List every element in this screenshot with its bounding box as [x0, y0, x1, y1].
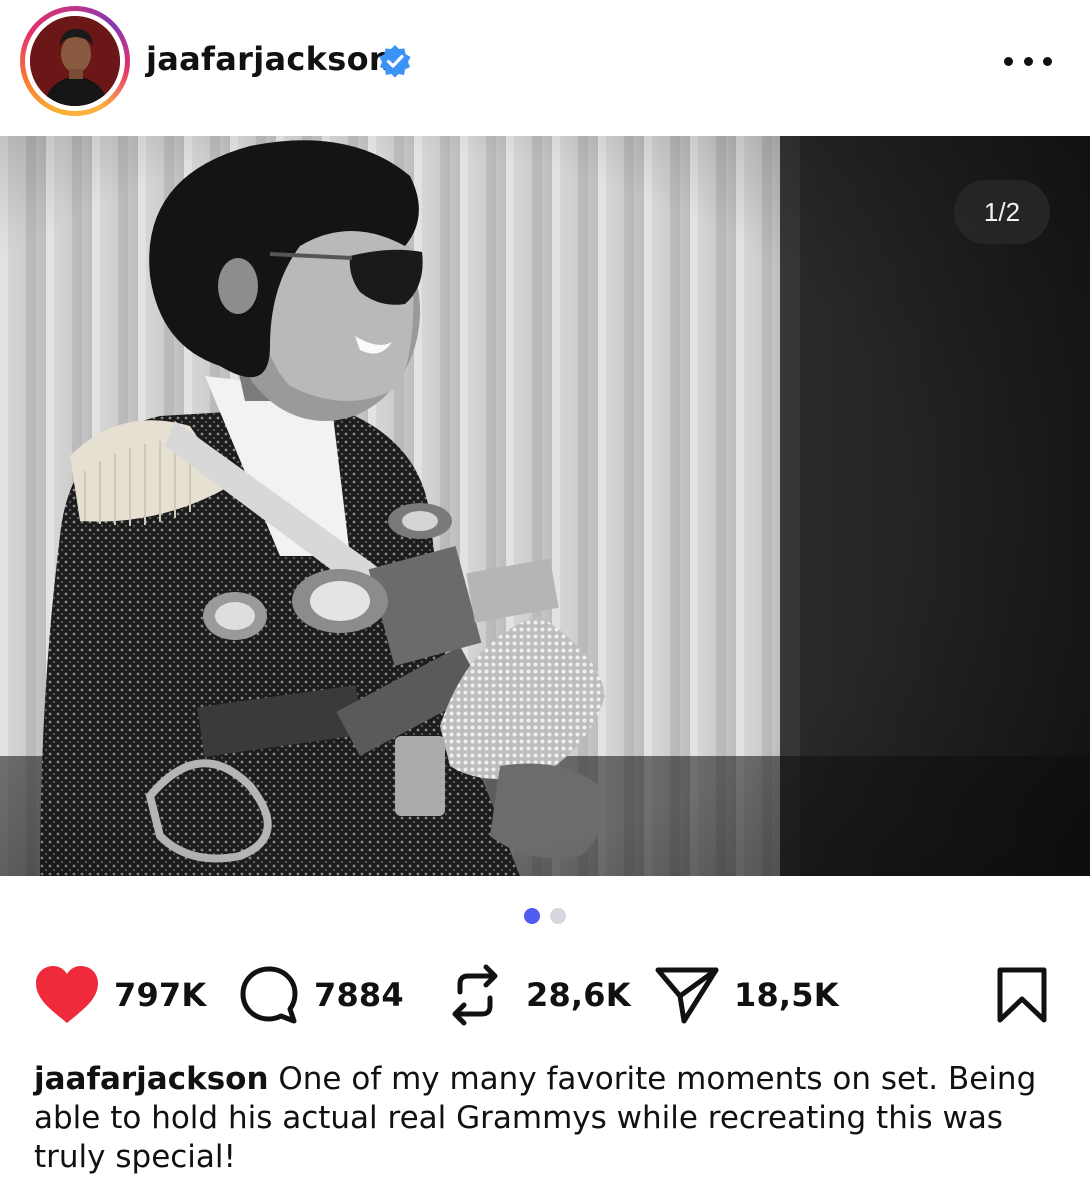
comment-bubble-icon — [240, 966, 298, 1024]
share-count[interactable]: 18,5K — [734, 976, 839, 1014]
more-horizontal-icon — [1004, 56, 1013, 66]
repost-arrows-icon — [452, 964, 498, 1026]
verified-badge-icon — [379, 45, 411, 78]
carousel-dot[interactable] — [550, 908, 566, 924]
like-count[interactable]: 797K — [114, 976, 206, 1014]
carousel-indicator — [0, 908, 1090, 924]
avatar-person-image — [30, 16, 120, 106]
more-options-button[interactable] — [1004, 50, 1052, 72]
post-image[interactable]: 1/2 — [0, 136, 1090, 876]
post-username[interactable]: jaafarjackson — [146, 40, 392, 78]
profile-avatar-story-ring[interactable] — [20, 6, 130, 116]
repost-count[interactable]: 28,6K — [526, 976, 631, 1014]
post-actions-bar: 797K 7884 28,6K 18,5K — [0, 960, 1090, 1030]
share-button[interactable]: 18,5K — [654, 960, 839, 1030]
bookmark-icon[interactable] — [994, 966, 1050, 1024]
paper-plane-icon — [655, 967, 719, 1024]
comment-button[interactable]: 7884 — [238, 960, 404, 1030]
caption-username[interactable]: jaafarjackson — [34, 1061, 269, 1097]
heart-filled-icon — [36, 966, 98, 1023]
post-header: jaafarjackson — [0, 0, 1090, 136]
carousel-dot-active[interactable] — [524, 908, 540, 924]
avatar[interactable] — [30, 16, 120, 106]
repost-button[interactable]: 28,6K — [446, 960, 631, 1030]
carousel-page-counter: 1/2 — [954, 180, 1050, 244]
post-caption: jaafarjackson One of my many favorite mo… — [34, 1060, 1064, 1177]
post-photo-image — [0, 136, 1090, 876]
comment-count[interactable]: 7884 — [314, 976, 404, 1014]
like-button[interactable]: 797K — [34, 960, 206, 1030]
